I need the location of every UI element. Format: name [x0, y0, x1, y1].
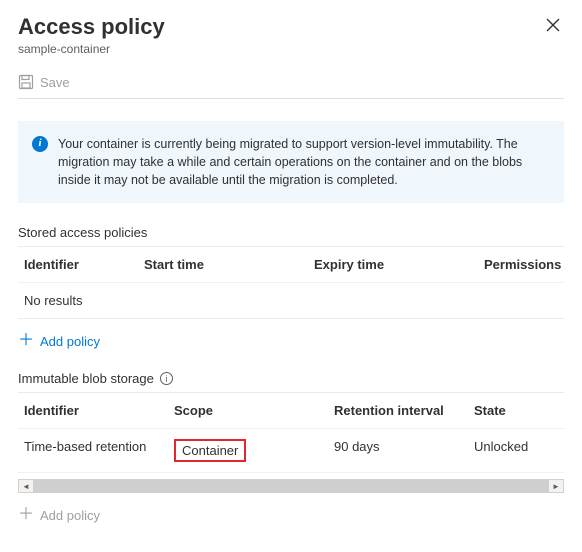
- close-button[interactable]: [542, 14, 564, 39]
- cell-state: Unlocked: [474, 439, 554, 462]
- plus-icon: ＋: [18, 507, 34, 523]
- close-icon: [546, 18, 560, 32]
- cell-retention: 90 days: [334, 439, 474, 462]
- page-subtitle: sample-container: [18, 42, 165, 56]
- immutable-help-icon[interactable]: i: [160, 372, 173, 385]
- scroll-track[interactable]: [33, 480, 549, 492]
- horizontal-scrollbar[interactable]: ◄ ►: [18, 479, 564, 493]
- plus-icon: ＋: [18, 333, 34, 349]
- add-policy-label: Add policy: [40, 508, 100, 523]
- page-title: Access policy: [18, 14, 165, 40]
- col-identifier: Identifier: [24, 403, 174, 418]
- save-label: Save: [40, 75, 70, 90]
- scroll-left-icon[interactable]: ◄: [19, 480, 33, 492]
- col-expiry-time: Expiry time: [314, 257, 484, 272]
- col-identifier: Identifier: [24, 257, 144, 272]
- col-scope: Scope: [174, 403, 334, 418]
- col-start-time: Start time: [144, 257, 314, 272]
- cell-scope-highlighted: Container: [174, 439, 246, 462]
- immutable-table: Identifier Scope Retention interval Stat…: [18, 392, 564, 473]
- no-results: No results: [18, 283, 564, 319]
- info-banner: i Your container is currently being migr…: [18, 121, 564, 203]
- add-stored-policy-button[interactable]: ＋ Add policy: [18, 333, 564, 349]
- stored-policies-table: Identifier Start time Expiry time Permis…: [18, 246, 564, 319]
- scroll-right-icon[interactable]: ►: [549, 480, 563, 492]
- add-policy-label: Add policy: [40, 334, 100, 349]
- save-button[interactable]: Save: [18, 74, 564, 99]
- add-immutable-policy-button: ＋ Add policy: [18, 507, 564, 523]
- immutable-heading: Immutable blob storage: [18, 371, 154, 386]
- table-row[interactable]: Time-based retention Container 90 days U…: [18, 429, 564, 473]
- col-permissions: Permissions: [484, 257, 569, 272]
- info-icon: i: [32, 136, 48, 152]
- stored-policies-heading: Stored access policies: [18, 225, 564, 240]
- col-retention: Retention interval: [334, 403, 474, 418]
- save-icon: [18, 74, 34, 90]
- info-message: Your container is currently being migrat…: [58, 135, 548, 189]
- col-state: State: [474, 403, 554, 418]
- cell-identifier: Time-based retention: [24, 439, 174, 462]
